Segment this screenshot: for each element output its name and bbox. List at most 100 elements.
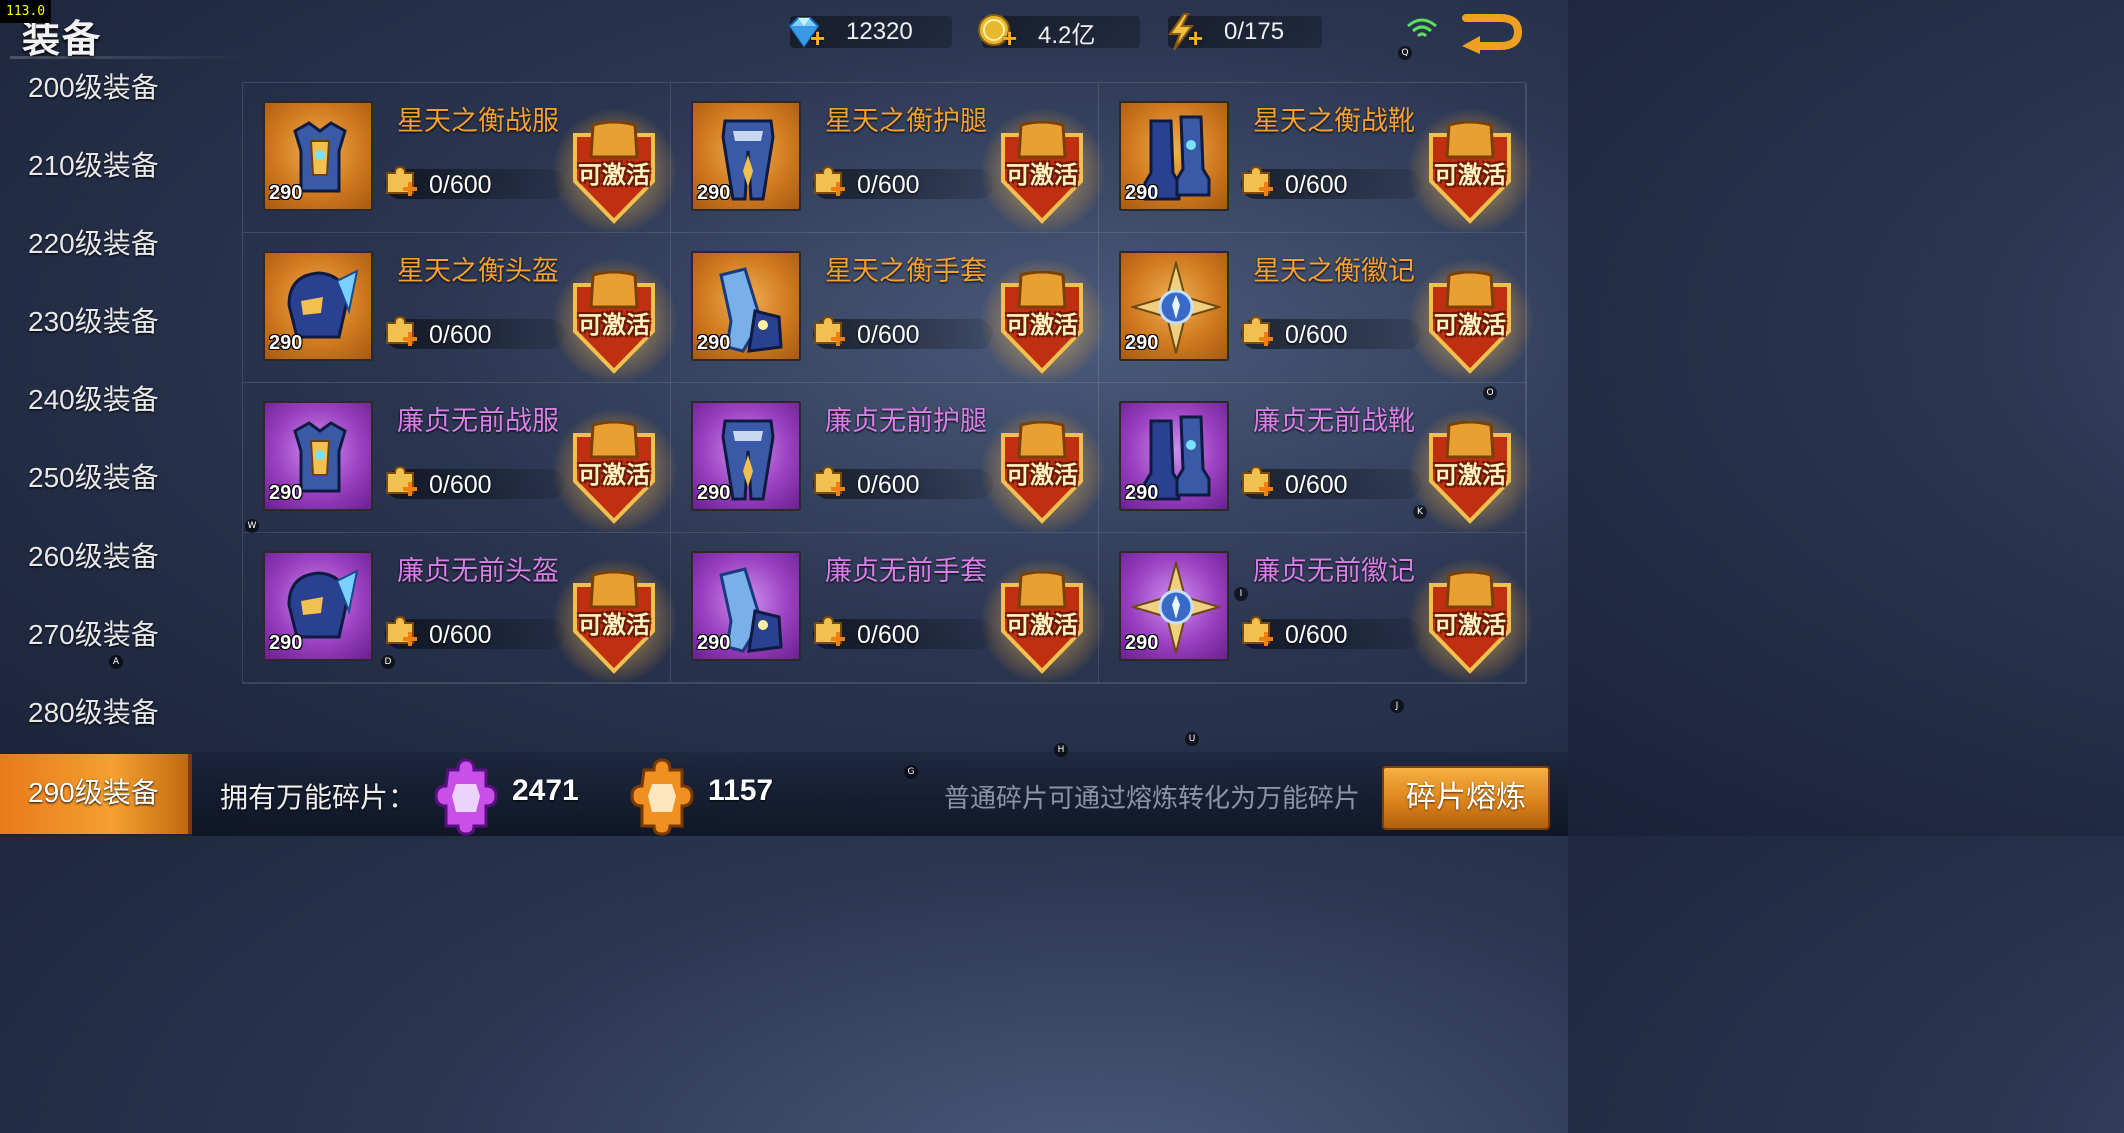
activate-button[interactable]: 可激活 [1409, 259, 1533, 383]
fragment-progress: 0/600 [813, 165, 993, 199]
puzzle-plus-icon[interactable] [809, 313, 849, 353]
equipment-name: 廉贞无前头盔 [397, 556, 559, 586]
equipment-name: 星天之衡徽记 [1253, 256, 1415, 286]
activate-button[interactable]: 可激活 [553, 109, 677, 233]
equipment-card[interactable]: 290 廉贞无前头盔 0/600 可激活 [243, 533, 677, 683]
activate-button[interactable]: 可激活 [553, 409, 677, 533]
activate-button[interactable]: 可激活 [981, 409, 1105, 533]
fragment-progress: 0/600 [1241, 315, 1421, 349]
fps-counter: 113.0 [0, 0, 52, 23]
equipment-level: 290 [697, 482, 731, 504]
wifi-icon [1407, 18, 1437, 38]
activate-label: 可激活 [578, 612, 650, 639]
activate-label: 可激活 [578, 462, 650, 489]
equipment-card[interactable]: 290 星天之衡战服 0/600 可激活 [243, 83, 677, 233]
sidebar-item-270[interactable]: 270级装备 [0, 607, 192, 685]
purple-fragment-count: 2471 [512, 774, 579, 807]
activate-label: 可激活 [1434, 462, 1506, 489]
activate-button[interactable]: 可激活 [1409, 559, 1533, 683]
hint-badge-g: G [904, 765, 918, 779]
activate-button[interactable]: 可激活 [553, 259, 677, 383]
equipment-thumbnail[interactable]: 290 [691, 101, 801, 211]
equipment-level: 290 [1125, 182, 1159, 204]
equipment-level: 290 [697, 332, 731, 354]
puzzle-plus-icon[interactable] [1237, 163, 1277, 203]
puzzle-plus-icon[interactable] [809, 463, 849, 503]
activate-button[interactable]: 可激活 [981, 109, 1105, 233]
energy-counter[interactable]: + 0/175 [1168, 13, 1322, 51]
gold-value: 4.2亿 [1038, 21, 1096, 49]
puzzle-plus-icon[interactable] [381, 613, 421, 653]
sidebar-item-240[interactable]: 240级装备 [0, 372, 192, 450]
gold-counter[interactable]: + 4.2亿 [978, 14, 1140, 51]
sidebar-item-260[interactable]: 260级装备 [0, 529, 192, 607]
activate-button[interactable]: 可激活 [1409, 109, 1533, 233]
puzzle-plus-icon[interactable] [1237, 463, 1277, 503]
sidebar-item-250[interactable]: 250级装备 [0, 450, 192, 528]
activate-button[interactable]: 可激活 [981, 559, 1105, 683]
equipment-name: 星天之衡护腿 [825, 106, 987, 136]
fragment-progress-value: 0/600 [857, 621, 920, 649]
equipment-thumbnail[interactable]: 290 [263, 101, 373, 211]
puzzle-plus-icon[interactable] [1237, 313, 1277, 353]
equipment-thumbnail[interactable]: 290 [691, 251, 801, 361]
hint-badge-q: Q [1398, 46, 1412, 60]
hint-badge-h: H [1054, 743, 1068, 757]
back-button[interactable] [1460, 10, 1524, 54]
equipment-thumbnail[interactable]: 290 [263, 251, 373, 361]
equipment-level: 290 [697, 182, 731, 204]
equipment-thumbnail[interactable]: 290 [1119, 101, 1229, 211]
equipment-card[interactable]: 290 星天之衡护腿 0/600 可激活 [671, 83, 1105, 233]
gems-counter[interactable]: + 12320 [788, 16, 952, 51]
puzzle-plus-icon[interactable] [809, 613, 849, 653]
equipment-card[interactable]: 290 廉贞无前徽记 0/600 可激活 [1099, 533, 1533, 683]
equipment-thumbnail[interactable]: 290 [263, 401, 373, 511]
add-gems-icon[interactable]: + [810, 25, 825, 51]
equipment-thumbnail[interactable]: 290 [263, 551, 373, 661]
puzzle-plus-icon[interactable] [381, 163, 421, 203]
equipment-name: 廉贞无前手套 [825, 556, 987, 586]
equipment-thumbnail[interactable]: 290 [1119, 401, 1229, 511]
activate-button[interactable]: 可激活 [1409, 409, 1533, 533]
activate-label: 可激活 [578, 312, 650, 339]
equipment-thumbnail[interactable]: 290 [1119, 551, 1229, 661]
add-gold-icon[interactable]: + [1002, 25, 1017, 51]
sidebar-item-280[interactable]: 280级装备 [0, 685, 192, 763]
equipment-card[interactable]: 290 星天之衡徽记 0/600 可激活 [1099, 233, 1533, 383]
puzzle-plus-icon[interactable] [1237, 613, 1277, 653]
fragment-progress-value: 0/600 [1285, 321, 1348, 349]
hint-badge-j: J [1390, 699, 1404, 713]
puzzle-plus-icon[interactable] [381, 463, 421, 503]
sidebar-item-200[interactable]: 200级装备 [0, 60, 192, 138]
activate-button[interactable]: 可激活 [553, 559, 677, 683]
equipment-thumbnail[interactable]: 290 [1119, 251, 1229, 361]
fragment-smelt-button[interactable]: 碎片熔炼 [1382, 766, 1550, 830]
sidebar-item-290[interactable]: 290级装备 [0, 754, 192, 834]
equipment-level: 290 [269, 632, 303, 654]
fragment-progress-value: 0/600 [429, 321, 492, 349]
equipment-thumbnail[interactable]: 290 [691, 401, 801, 511]
activate-label: 可激活 [1006, 162, 1078, 189]
equipment-card[interactable]: 290 星天之衡战靴 0/600 可激活 [1099, 83, 1533, 233]
sidebar-item-220[interactable]: 220级装备 [0, 216, 192, 294]
equipment-card[interactable]: 290 廉贞无前战服 0/600 可激活 [243, 383, 677, 533]
equipment-card[interactable]: 290 星天之衡头盔 0/600 可激活 [243, 233, 677, 383]
sidebar-item-230[interactable]: 230级装备 [0, 294, 192, 372]
activate-button[interactable]: 可激活 [981, 259, 1105, 383]
equipment-card[interactable]: 290 廉贞无前战靴 0/600 可激活 [1099, 383, 1533, 533]
equipment-name: 星天之衡战靴 [1253, 106, 1415, 136]
sidebar-item-210[interactable]: 210级装备 [0, 138, 192, 216]
fragment-progress: 0/600 [1241, 615, 1421, 649]
equipment-card[interactable]: 290 星天之衡手套 0/600 可激活 [671, 233, 1105, 383]
puzzle-plus-icon[interactable] [381, 313, 421, 353]
equipment-thumbnail[interactable]: 290 [691, 551, 801, 661]
orange-fragment-count: 1157 [708, 774, 774, 807]
fragment-progress-value: 0/600 [429, 471, 492, 499]
puzzle-plus-icon[interactable] [809, 163, 849, 203]
add-energy-icon[interactable]: + [1188, 25, 1203, 51]
equipment-name: 星天之衡战服 [397, 106, 559, 136]
hint-badge-a: A [109, 655, 123, 669]
equipment-name: 廉贞无前护腿 [825, 406, 987, 436]
equipment-card[interactable]: 290 廉贞无前护腿 0/600 可激活 [671, 383, 1105, 533]
equipment-card[interactable]: 290 廉贞无前手套 0/600 可激活 [671, 533, 1105, 683]
